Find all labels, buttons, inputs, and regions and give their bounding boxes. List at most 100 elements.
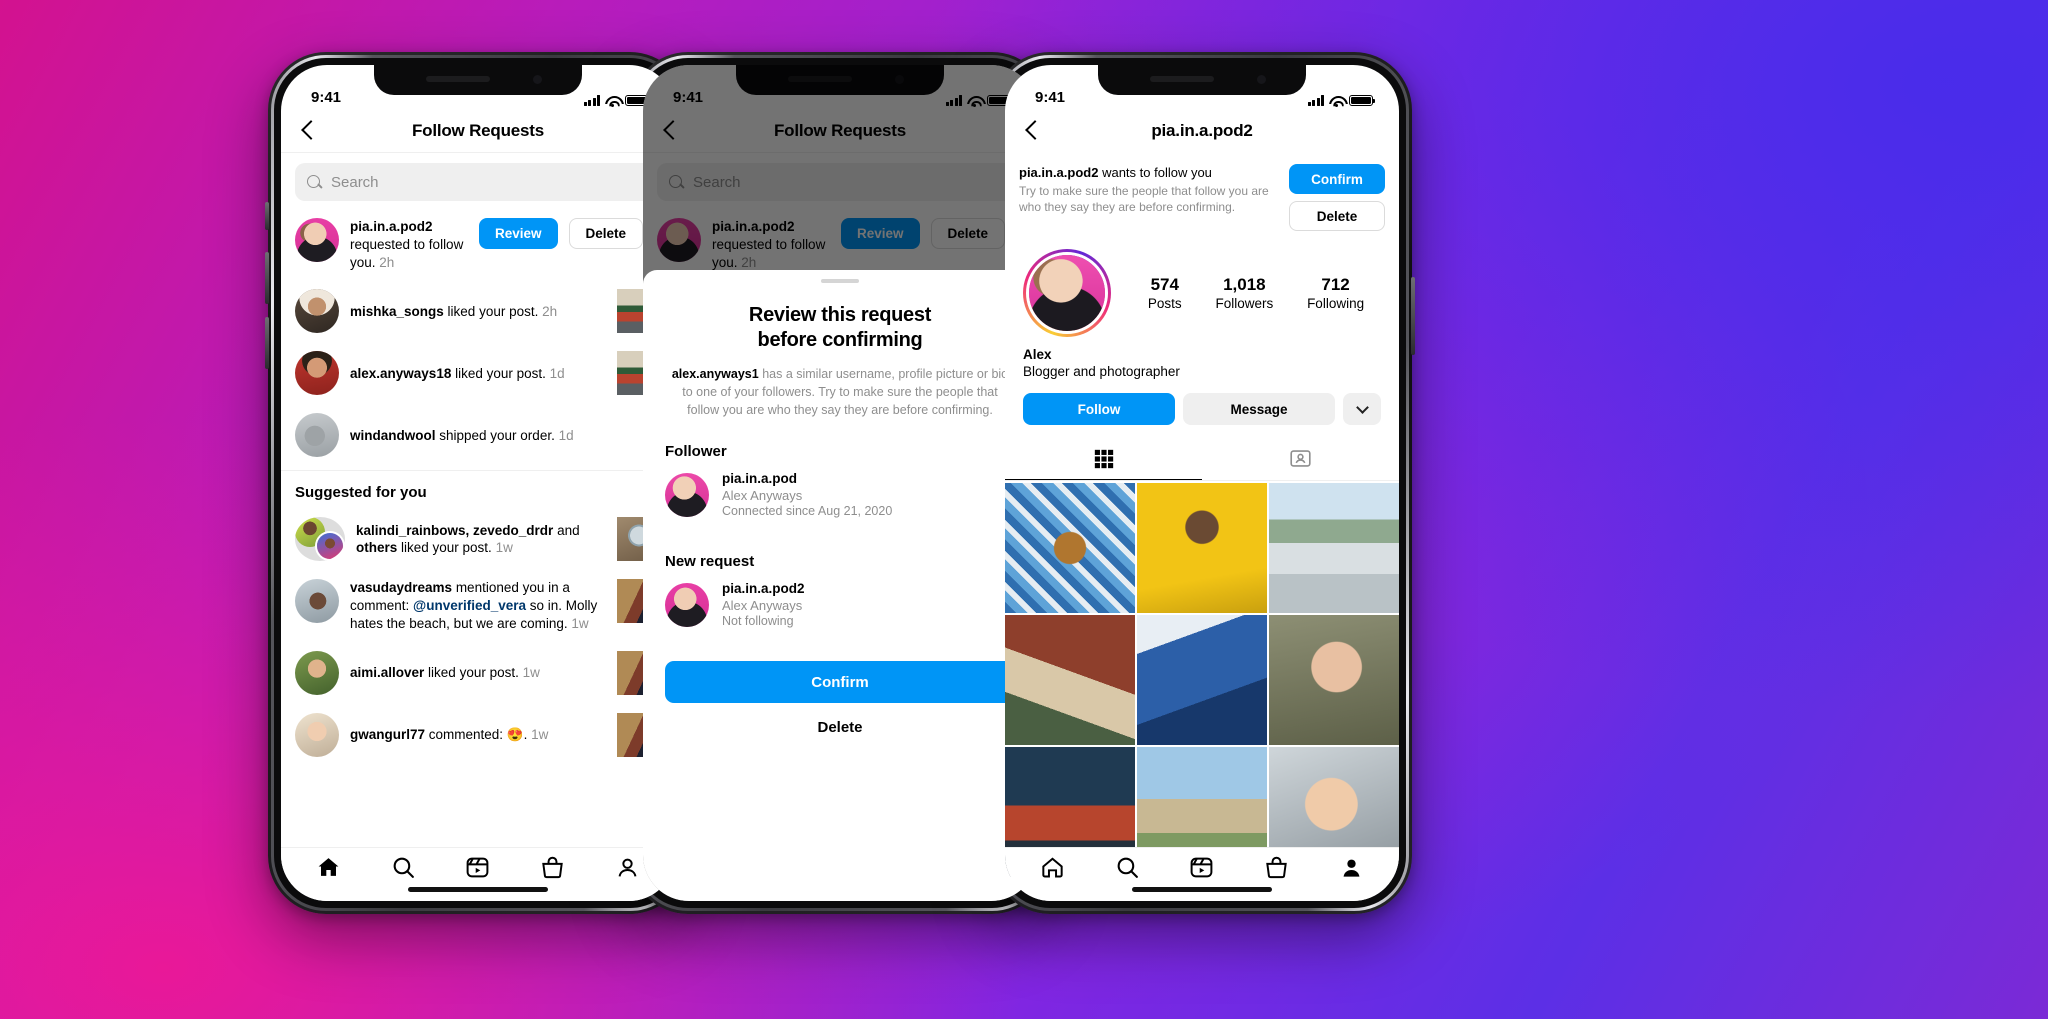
tab-home[interactable] [316, 855, 341, 885]
confirm-button[interactable]: Confirm [1289, 164, 1385, 194]
notification-text: liked your post. [451, 365, 546, 381]
stat-label: Following [1307, 296, 1365, 311]
list-item-text: mishka_songs liked your post. 2h [350, 303, 606, 321]
tab-shop[interactable] [540, 855, 565, 885]
sheet-section-follower: Follower [665, 443, 727, 461]
review-button[interactable]: Review [479, 218, 558, 249]
stat-following[interactable]: 712 Following [1307, 275, 1364, 311]
tab-profile[interactable] [615, 855, 640, 885]
avatar[interactable] [1023, 249, 1111, 337]
tab-grid[interactable] [1005, 438, 1202, 480]
follower-username: pia.in.a.pod [722, 471, 798, 487]
cellular-signal-icon [583, 95, 600, 106]
grid-icon [1094, 449, 1113, 468]
tab-reels[interactable] [1189, 855, 1214, 885]
notification-username: pia.in.a.pod2 [350, 219, 433, 234]
mute-switch[interactable] [265, 202, 269, 230]
list-item[interactable]: aimi.allover liked your post. 1w [281, 642, 675, 704]
chevron-down-icon [1355, 400, 1369, 414]
back-button[interactable] [1019, 118, 1045, 144]
volume-up-button[interactable] [265, 252, 269, 304]
notification-text: commented: 😍. [425, 726, 528, 742]
list-item[interactable]: pia.in.a.pod2 requested to follow you. 2… [281, 209, 675, 280]
profile-name: Alex [1023, 347, 1052, 362]
grid-post[interactable] [1137, 483, 1267, 613]
back-button[interactable] [295, 118, 321, 144]
notification-username: aimi.allover [350, 664, 425, 680]
delete-button[interactable]: Delete [568, 218, 644, 249]
tab-reels[interactable] [465, 855, 490, 885]
notification-username: gwangurl77 [350, 726, 426, 742]
avatar [295, 413, 339, 458]
search-icon [307, 174, 322, 190]
follow-button[interactable]: Follow [1023, 393, 1175, 425]
notification-username: kalindi_rainbows, zevedo_drdr [356, 522, 554, 538]
more-options-button[interactable] [1343, 393, 1381, 425]
stat-posts[interactable]: 574 Posts [1148, 275, 1182, 311]
battery-icon [1349, 94, 1376, 106]
home-indicator[interactable] [1132, 887, 1272, 892]
page-title: Follow Requests [411, 120, 545, 140]
delete-button[interactable]: Delete [665, 719, 1015, 736]
tab-profile[interactable] [1339, 855, 1364, 885]
grid-post[interactable] [1005, 615, 1135, 745]
notification-time: 2h [379, 254, 395, 270]
tab-search[interactable] [391, 855, 416, 885]
message-button[interactable]: Message [1183, 393, 1335, 425]
stat-value: 574 [1150, 275, 1179, 294]
new-request-row[interactable]: pia.in.a.pod2 Alex Anyways Not following [665, 570, 1015, 639]
follow-request-banner: pia.in.a.pod2 wants to follow you Try to… [1005, 153, 1399, 239]
search-input[interactable]: Search [295, 163, 661, 201]
wifi-icon [605, 95, 620, 107]
stat-label: Followers [1215, 296, 1274, 311]
follower-row[interactable]: pia.in.a.pod Alex Anyways Connected sinc… [665, 460, 1015, 529]
review-request-sheet: Review this request before confirming al… [643, 270, 1037, 901]
status-time: 9:41 [311, 89, 342, 106]
phone-profile: 9:41 pia.in.a.pod2 pia.in.a.pod2 wants t… [989, 52, 1415, 914]
sheet-drag-handle[interactable] [821, 279, 859, 283]
power-button[interactable] [1411, 277, 1415, 355]
sheet-section-new-request: New request [665, 553, 755, 571]
page-title: pia.in.a.pod2 [1151, 121, 1253, 140]
wifi-icon [1329, 95, 1344, 107]
grid-post[interactable] [1137, 615, 1267, 745]
stat-followers[interactable]: 1,018 Followers [1215, 275, 1273, 311]
notification-username: vasudaydreams [350, 580, 453, 596]
new-request-name: Alex Anyways [722, 598, 803, 614]
notification-text: requested to follow you. [350, 236, 464, 270]
list-item[interactable]: gwangurl77 commented: 😍. 1w [281, 704, 675, 766]
tab-tagged[interactable] [1202, 438, 1399, 480]
avatar [295, 289, 339, 334]
notification-time: 1w [495, 540, 513, 556]
grid-post[interactable] [1269, 615, 1399, 745]
list-item[interactable]: mishka_songs liked your post. 2h [281, 280, 675, 342]
avatar [665, 582, 709, 627]
sheet-description: alex.anyways1 has a similar username, pr… [665, 365, 1015, 419]
delete-button[interactable]: Delete [1289, 201, 1385, 231]
navigation-bar: pia.in.a.pod2 [1005, 109, 1399, 153]
list-item[interactable]: kalindi_rainbows, zevedo_drdr and others… [281, 508, 675, 570]
grid-post[interactable] [1269, 483, 1399, 613]
cellular-signal-icon [1307, 95, 1324, 106]
notifications-list: pia.in.a.pod2 requested to follow you. 2… [281, 209, 675, 766]
list-item-text: pia.in.a.pod2 requested to follow you. 2… [350, 218, 468, 271]
confirm-button[interactable]: Confirm [665, 661, 1015, 704]
list-item-text: kalindi_rainbows, zevedo_drdr and others… [356, 522, 606, 558]
avatar [295, 517, 345, 562]
list-item[interactable]: vasudaydreams mentioned you in a comment… [281, 570, 675, 641]
tab-search[interactable] [1115, 855, 1140, 885]
grid-post[interactable] [1005, 483, 1135, 613]
notification-username2: others [356, 540, 398, 556]
profile-actions: Follow Message [1005, 379, 1399, 425]
follower-connected-since: Connected since Aug 21, 2020 [722, 504, 893, 519]
list-item[interactable]: windandwool shipped your order. 1d [281, 404, 675, 466]
profile-bio: Alex Blogger and photographer [1005, 337, 1399, 379]
requester-subtext: Try to make sure the people that follow … [1019, 184, 1269, 215]
home-indicator[interactable] [408, 887, 548, 892]
tab-shop[interactable] [1264, 855, 1289, 885]
avatar [295, 650, 339, 695]
volume-down-button[interactable] [265, 317, 269, 369]
tab-home[interactable] [1040, 855, 1065, 885]
list-item[interactable]: alex.anyways18 liked your post. 1d [281, 342, 675, 404]
mention-link[interactable]: @unverified_vera [413, 598, 526, 613]
